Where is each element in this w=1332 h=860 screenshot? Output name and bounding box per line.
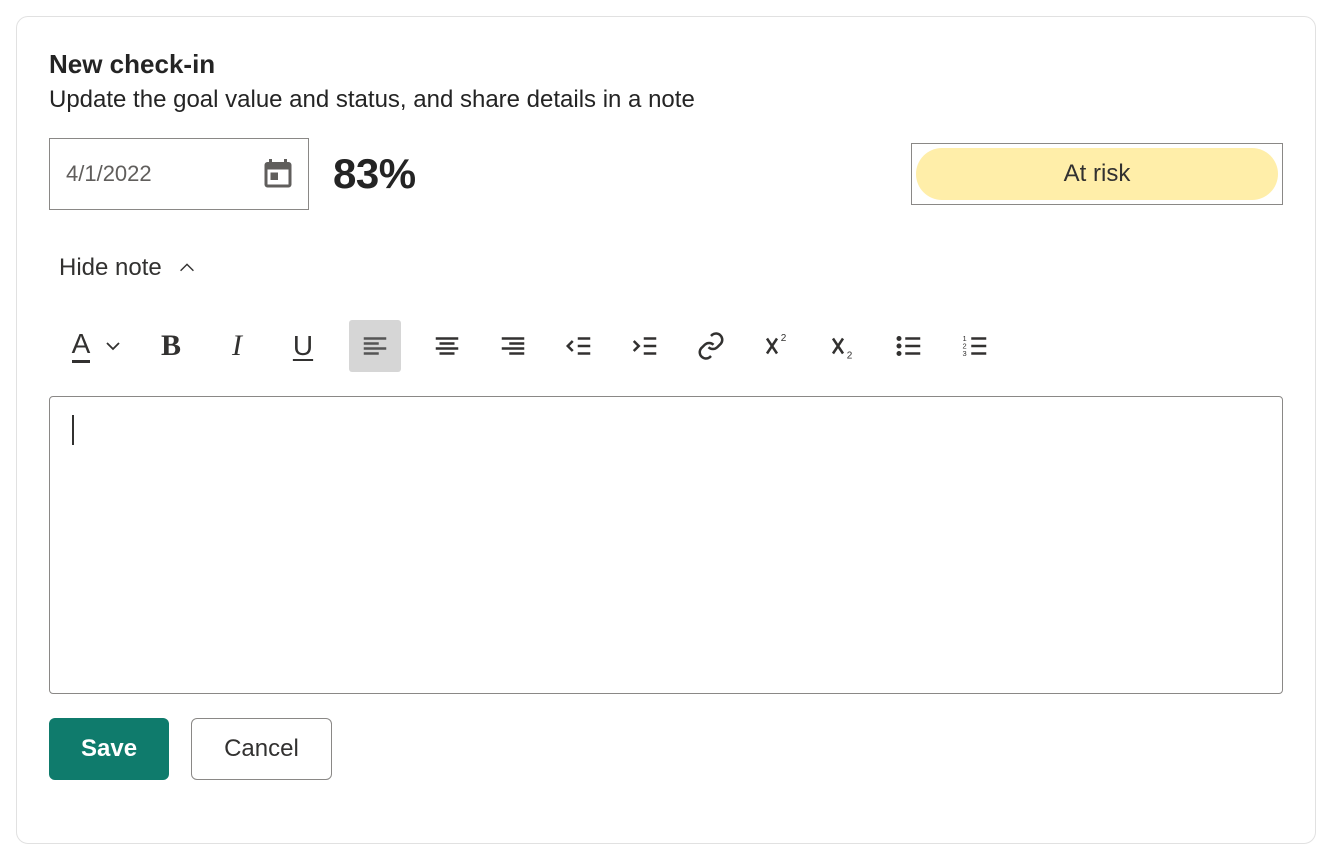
- svg-text:2: 2: [847, 351, 853, 362]
- outdent-button[interactable]: [559, 326, 599, 366]
- new-checkin-panel: New check-in Update the goal value and s…: [16, 16, 1316, 844]
- panel-title: New check-in: [49, 49, 1283, 80]
- chevron-up-icon: [176, 257, 198, 279]
- link-button[interactable]: [691, 326, 731, 366]
- numbered-list-button[interactable]: 1 2 3: [955, 326, 995, 366]
- hide-note-label: Hide note: [59, 254, 162, 282]
- bullet-list-icon: [894, 331, 924, 361]
- rich-text-toolbar: A B I U: [61, 320, 1283, 372]
- numbered-list-icon: 1 2 3: [960, 331, 990, 361]
- chevron-down-icon: [101, 331, 125, 361]
- underline-button[interactable]: U: [283, 326, 323, 366]
- cancel-button[interactable]: Cancel: [191, 718, 332, 780]
- panel-subtitle: Update the goal value and status, and sh…: [49, 86, 1283, 114]
- save-button[interactable]: Save: [49, 718, 169, 780]
- hide-note-toggle[interactable]: Hide note: [59, 254, 198, 282]
- align-left-icon: [360, 331, 390, 361]
- svg-text:3: 3: [963, 349, 967, 358]
- align-center-button[interactable]: [427, 326, 467, 366]
- status-pill: At risk: [916, 148, 1278, 200]
- note-textarea[interactable]: [49, 396, 1283, 694]
- font-color-dropdown[interactable]: [101, 326, 125, 366]
- status-select[interactable]: At risk: [911, 143, 1283, 205]
- date-picker[interactable]: 4/1/2022: [49, 138, 309, 210]
- align-right-button[interactable]: [493, 326, 533, 366]
- font-color-button[interactable]: A: [61, 326, 101, 366]
- italic-button[interactable]: I: [217, 326, 257, 366]
- indent-icon: [630, 331, 660, 361]
- indent-button[interactable]: [625, 326, 665, 366]
- goal-value: 83%: [333, 150, 416, 198]
- text-caret: [72, 415, 74, 445]
- align-right-icon: [498, 331, 528, 361]
- outdent-icon: [564, 331, 594, 361]
- subscript-button[interactable]: 2: [823, 326, 863, 366]
- status-label: At risk: [1064, 160, 1131, 188]
- controls-row: 4/1/2022 83% At risk: [49, 138, 1283, 210]
- bold-button[interactable]: B: [151, 326, 191, 366]
- link-icon: [696, 331, 726, 361]
- bullet-list-button[interactable]: [889, 326, 929, 366]
- subscript-icon: 2: [828, 331, 858, 361]
- calendar-icon: [260, 156, 296, 192]
- action-row: Save Cancel: [49, 718, 1283, 780]
- superscript-button[interactable]: 2: [757, 326, 797, 366]
- superscript-icon: 2: [762, 331, 792, 361]
- align-left-button[interactable]: [349, 320, 401, 372]
- align-center-icon: [432, 331, 462, 361]
- svg-text:2: 2: [781, 333, 787, 344]
- date-picker-value: 4/1/2022: [66, 161, 152, 187]
